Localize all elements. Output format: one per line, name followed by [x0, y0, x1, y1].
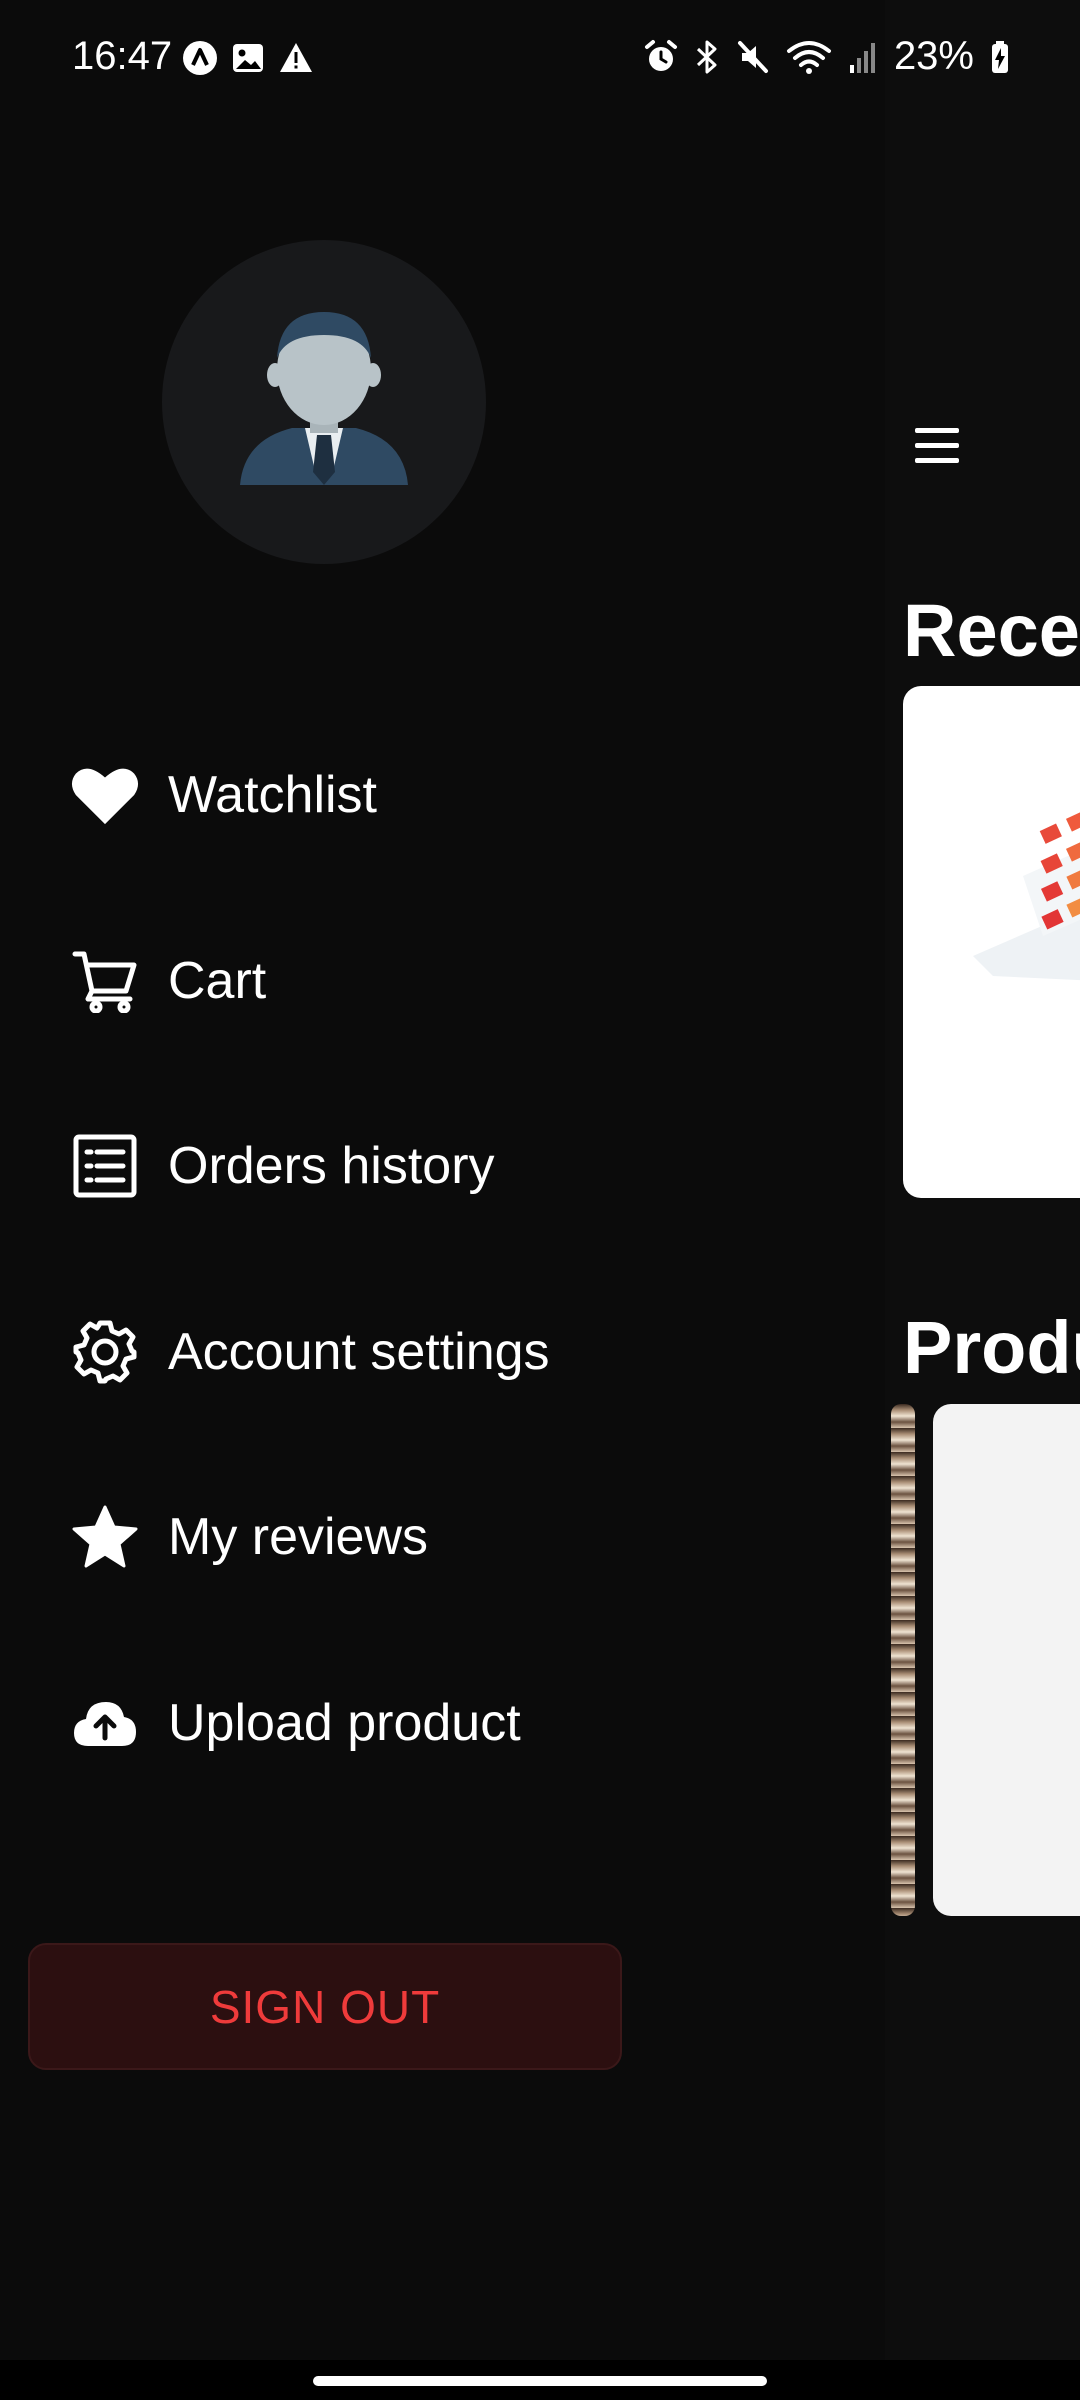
menu-item-cart[interactable]: Cart — [0, 921, 885, 1041]
menu-item-watchlist[interactable]: Watchlist — [0, 735, 885, 855]
alarm-icon — [644, 39, 677, 71]
home-indicator[interactable] — [313, 2376, 767, 2386]
main-page-peek: Recen Produ — [885, 0, 1080, 2400]
wifi-icon — [786, 40, 831, 74]
star-icon — [70, 1502, 140, 1572]
recent-product-card[interactable] — [903, 686, 1080, 1198]
image-icon — [233, 44, 263, 72]
cloud-upload-icon — [70, 1688, 140, 1758]
avatar-icon — [240, 312, 408, 485]
sign-out-button[interactable]: SIGN OUT — [28, 1943, 622, 2070]
warning-icon — [280, 43, 312, 72]
status-bar: 16:47 23% — [0, 0, 1080, 120]
menu-label-cart: Cart — [168, 952, 267, 1010]
list-icon — [70, 1131, 140, 1201]
avatar[interactable] — [162, 240, 486, 564]
product-card-edge[interactable] — [891, 1404, 915, 1916]
battery-icon — [992, 40, 1008, 73]
menu-item-my-reviews[interactable]: My reviews — [0, 1477, 885, 1597]
mute-icon — [737, 40, 768, 73]
bluetooth-icon — [696, 40, 717, 73]
product-card[interactable] — [933, 1404, 1080, 1916]
menu-label-my-reviews: My reviews — [168, 1508, 429, 1566]
cart-icon — [70, 946, 140, 1016]
heart-icon — [70, 760, 140, 830]
battery-percentage: 23% — [893, 34, 974, 78]
menu-label-account-settings: Account settings — [168, 1323, 550, 1381]
menu-item-account-settings[interactable]: Account settings — [0, 1292, 885, 1412]
status-time: 16:47 — [72, 34, 173, 78]
gear-icon — [70, 1317, 140, 1387]
menu-label-orders-history: Orders history — [168, 1137, 495, 1195]
recent-section-title: Recen — [903, 589, 1080, 672]
signal-icon — [849, 42, 875, 73]
keyboard-image — [973, 811, 1080, 981]
hamburger-menu-icon[interactable] — [915, 428, 959, 464]
menu-label-watchlist: Watchlist — [168, 766, 377, 824]
menu-label-upload-product: Upload product — [168, 1694, 521, 1752]
products-section-title: Produ — [903, 1306, 1080, 1389]
navigation-drawer: Watchlist Cart Orders history Account se… — [0, 0, 885, 2400]
app-a-icon — [183, 41, 217, 75]
menu-item-orders-history[interactable]: Orders history — [0, 1106, 885, 1226]
menu-item-upload-product[interactable]: Upload product — [0, 1663, 885, 1783]
